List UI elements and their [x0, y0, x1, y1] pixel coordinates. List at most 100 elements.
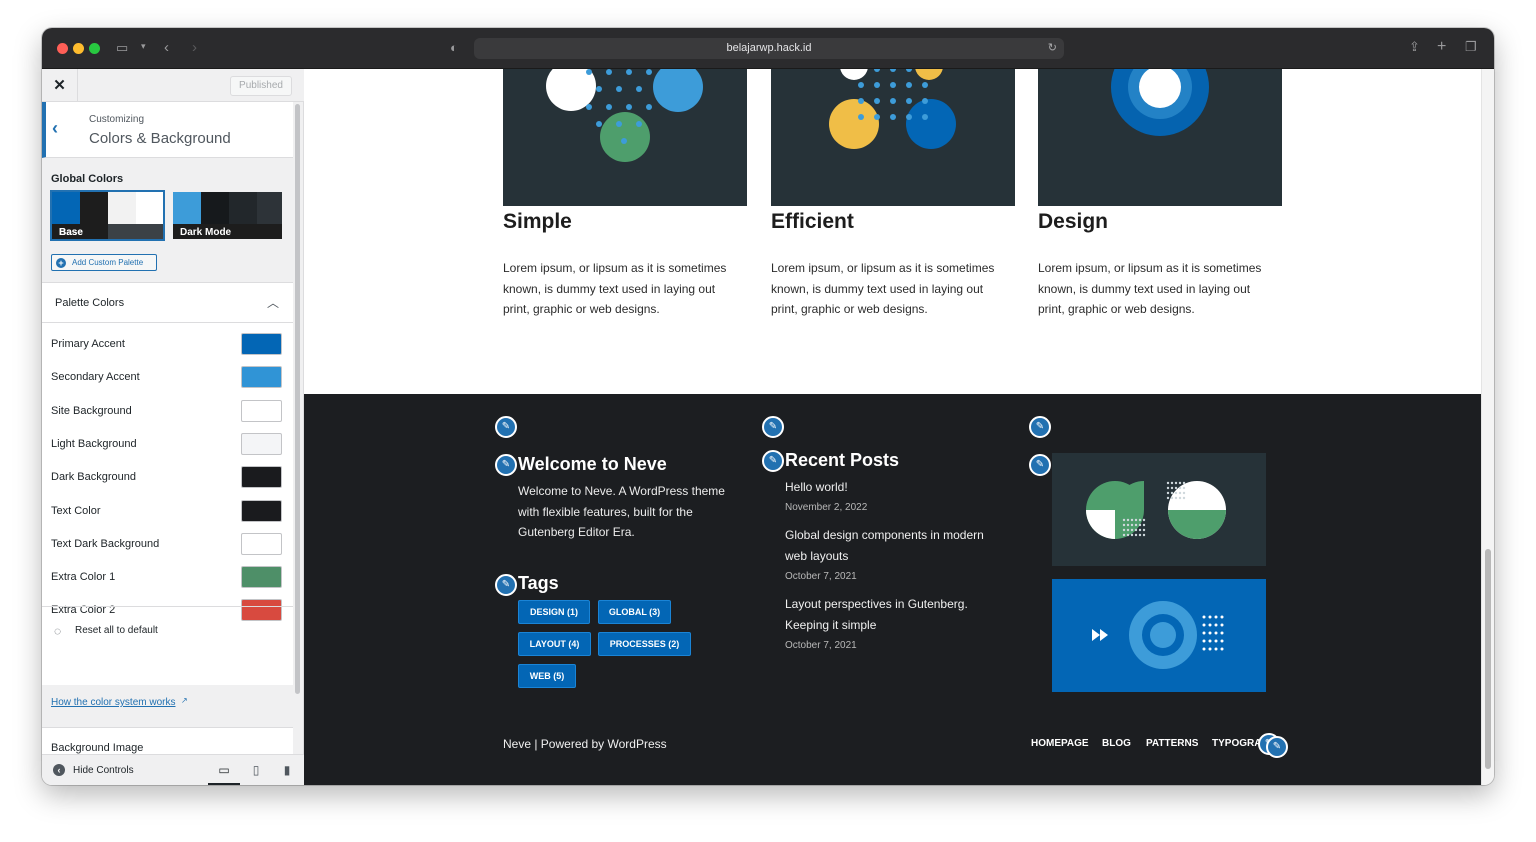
color-swatch[interactable]: [241, 499, 282, 522]
color-label: Dark Background: [51, 471, 136, 484]
footer-nav-patterns[interactable]: PATTERNS: [1146, 738, 1198, 749]
footer-copyright: Neve | Powered by WordPress: [503, 737, 667, 751]
color-swatch[interactable]: [241, 333, 282, 355]
post-date: October 7, 2021: [785, 640, 857, 651]
desktop-preview-icon[interactable]: ▭: [208, 755, 240, 785]
post-title[interactable]: Layout perspectives in Gutenberg. Keepin…: [785, 594, 995, 635]
global-colors-label: Global Colors: [51, 173, 124, 185]
hide-controls-icon[interactable]: ‹: [53, 764, 65, 776]
efficient-illustration: [829, 69, 956, 149]
color-swatch[interactable]: [241, 566, 282, 589]
preview-scroll-thumb[interactable]: [1485, 549, 1491, 769]
published-button[interactable]: Published: [230, 76, 292, 96]
palette-dark-label: Dark Mode: [180, 227, 232, 238]
color-label: Text Dark Background: [51, 537, 160, 550]
background-image-section[interactable]: Background Image: [42, 727, 293, 754]
card-text-efficient: Lorem ipsum, or lipsum as it is sometime…: [771, 261, 995, 316]
card-title-simple: Simple: [503, 210, 572, 233]
tag-global[interactable]: GLOBAL (3): [598, 600, 671, 624]
howto-link[interactable]: How the color system works: [51, 697, 175, 708]
edit-pencil-icon[interactable]: ✎: [762, 450, 784, 472]
back-arrow-icon[interactable]: ‹: [164, 40, 169, 55]
address-bar[interactable]: belajarwp.hack.id ↻: [474, 38, 1064, 59]
tag-layout[interactable]: LAYOUT (4): [518, 632, 591, 656]
close-window-button[interactable]: [57, 43, 68, 54]
post-title[interactable]: Hello world!: [785, 477, 995, 498]
footer-image-shapes: [1052, 453, 1266, 566]
url-text: belajarwp.hack.id: [726, 42, 812, 54]
card-image-simple: [503, 69, 747, 206]
forward-arrow-icon[interactable]: ›: [192, 40, 197, 55]
footer-nav-blog[interactable]: BLOG: [1102, 738, 1131, 749]
recent-posts-title: Recent Posts: [785, 450, 900, 470]
edit-pencil-icon[interactable]: ✎: [1029, 454, 1051, 476]
footer-nav-typography[interactable]: TYPOGRA: [1212, 738, 1261, 749]
maximize-window-button[interactable]: [89, 43, 100, 54]
mobile-preview-icon[interactable]: ▮: [271, 755, 303, 785]
color-label: Extra Color 1: [51, 571, 116, 584]
post-title[interactable]: Global design components in modern web l…: [785, 525, 995, 566]
card-image-design: [1038, 69, 1282, 206]
howto-section: How the color system works ↗: [42, 685, 293, 727]
tab-overview-icon[interactable]: ❐: [1465, 40, 1477, 53]
color-swatch[interactable]: [241, 432, 282, 455]
edit-pencil-icon[interactable]: ✎: [495, 454, 517, 476]
shield-icon[interactable]: ◐: [450, 41, 458, 54]
palette-dark-mode[interactable]: Dark Mode: [169, 190, 284, 241]
footer-nav-homepage[interactable]: HOMEPAGE: [1031, 738, 1089, 749]
reset-row[interactable]: ◌ Reset all to default: [42, 606, 293, 654]
tag-web[interactable]: WEB (5): [518, 664, 576, 688]
color-label: Light Background: [51, 437, 137, 450]
hide-controls-label[interactable]: Hide Controls: [73, 765, 134, 776]
edit-pencil-icon[interactable]: ✎: [762, 416, 784, 438]
close-icon[interactable]: ✕: [42, 69, 78, 102]
chevron-down-icon[interactable]: ▾: [141, 42, 146, 51]
palette-swatch: [52, 192, 80, 224]
customizing-label: Customizing: [89, 114, 145, 125]
color-swatch[interactable]: [241, 399, 282, 422]
card-title-efficient: Efficient: [771, 210, 854, 233]
color-swatch[interactable]: [241, 532, 282, 555]
post-date: October 7, 2021: [785, 571, 857, 582]
color-swatch[interactable]: [241, 466, 282, 489]
minimize-window-button[interactable]: [73, 43, 84, 54]
edit-pencil-icon[interactable]: ✎: [495, 416, 517, 438]
add-palette-label: Add Custom Palette: [72, 258, 144, 267]
preview-scrollbar[interactable]: [1481, 69, 1494, 785]
reload-icon[interactable]: ↻: [1048, 38, 1057, 59]
customizer-panel: ‹ Customizing Colors & Background Global…: [42, 102, 293, 754]
tag-processes[interactable]: PROCESSES (2): [598, 632, 691, 656]
color-label: Site Background: [51, 404, 132, 417]
tag-design[interactable]: DESIGN (1): [518, 600, 590, 624]
plus-icon: +: [56, 258, 66, 268]
palette-swatch: [108, 192, 136, 224]
customizer-sidebar: ✕ Published ‹ Customizing Colors & Backg…: [42, 69, 304, 785]
tablet-preview-icon[interactable]: ▯: [240, 755, 272, 785]
add-custom-palette-button[interactable]: + Add Custom Palette: [51, 254, 157, 271]
site-preview: Simple Lorem ipsum, or lipsum as it is s…: [304, 69, 1481, 785]
simple-illustration: [546, 69, 703, 162]
palette-base[interactable]: Base Base: [50, 190, 165, 241]
edit-pencil-icon[interactable]: ✎: [1266, 736, 1288, 758]
palette-base-title: Base: [59, 227, 83, 238]
share-icon[interactable]: ⇪: [1409, 40, 1420, 53]
new-tab-icon[interactable]: +: [1437, 39, 1446, 55]
palette-name: Dark Mode: [173, 224, 282, 239]
customizer-footer: ‹ Hide Controls ▭ ▯ ▮: [42, 754, 304, 785]
card-image-efficient: [771, 69, 1015, 206]
color-label: Secondary Accent: [51, 371, 140, 384]
tags-title: Tags: [518, 573, 559, 593]
palette-swatch: [201, 192, 229, 224]
sidebar-scrollbar[interactable]: [295, 104, 300, 694]
customizer-header: ✕ Published: [42, 69, 304, 102]
sidebar-toggle-icon[interactable]: ▭: [116, 41, 128, 54]
palette-colors-toggle[interactable]: Palette Colors ︿: [42, 283, 293, 323]
color-label: Text Color: [51, 504, 101, 517]
back-button[interactable]: ‹: [52, 118, 58, 139]
external-link-icon: ↗: [181, 696, 188, 705]
palette-swatch: [136, 192, 163, 224]
edit-pencil-icon[interactable]: ✎: [1029, 416, 1051, 438]
color-swatch[interactable]: [241, 366, 282, 389]
edit-pencil-icon[interactable]: ✎: [495, 574, 517, 596]
site-footer: ✎ ✎ ✎ ✎ Welcome to Neve Welcome to Neve.…: [304, 394, 1481, 785]
